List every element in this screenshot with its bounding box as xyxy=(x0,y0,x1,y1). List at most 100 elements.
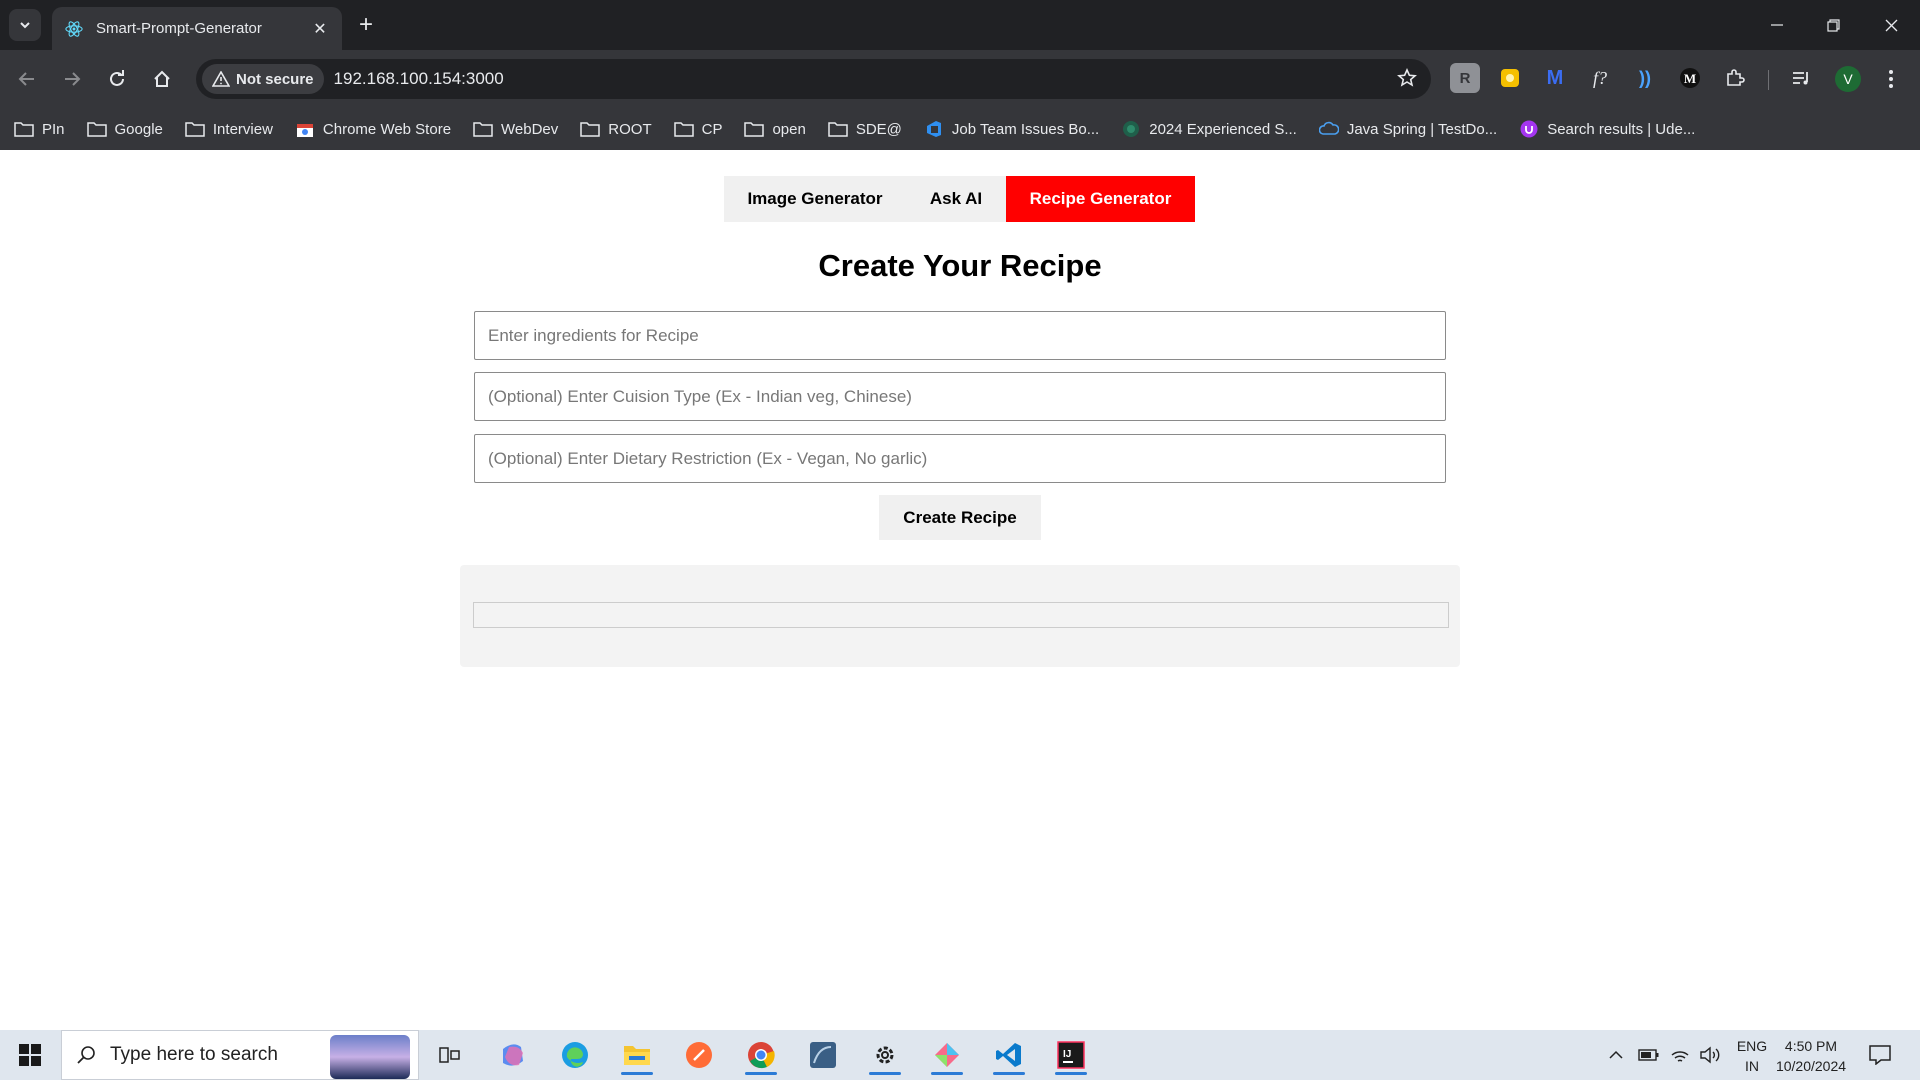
recipe-output-box xyxy=(473,602,1449,628)
azure-devops-icon xyxy=(924,120,944,138)
dietary-restriction-input[interactable] xyxy=(474,434,1446,483)
language-indicator[interactable]: ENG IN xyxy=(1732,1036,1772,1076)
bookmark-chrome-web-store[interactable]: Chrome Web Store xyxy=(295,120,451,138)
battery-indicator[interactable] xyxy=(1638,1030,1660,1080)
volume-indicator[interactable] xyxy=(1699,1030,1721,1080)
folder-icon xyxy=(14,120,34,138)
react-icon xyxy=(64,19,84,39)
create-recipe-button[interactable]: Create Recipe xyxy=(879,495,1041,540)
reload-button[interactable] xyxy=(100,62,134,96)
cuisine-type-input[interactable] xyxy=(474,372,1446,421)
chrome-web-store-icon xyxy=(295,120,315,138)
folder-icon xyxy=(580,120,601,138)
warning-icon xyxy=(212,71,230,87)
bookmark-label: WebDev xyxy=(501,120,559,138)
restore-icon xyxy=(1826,18,1840,32)
bookmark-job-team-issues[interactable]: Job Team Issues Bo... xyxy=(924,120,1099,138)
address-bar[interactable]: Not secure 192.168.100.154:3000 xyxy=(196,59,1431,99)
profile-avatar[interactable]: V xyxy=(1835,66,1861,92)
puzzle-icon[interactable] xyxy=(1720,63,1750,93)
extension-m-blue-icon[interactable]: M xyxy=(1540,63,1570,93)
search-highlight-image xyxy=(330,1035,410,1079)
folder-icon xyxy=(828,120,848,138)
clock-time: 4:50 PM xyxy=(1784,1038,1838,1054)
bookmark-folder-webdev[interactable]: WebDev xyxy=(473,120,558,138)
copilot-button[interactable] xyxy=(491,1035,535,1075)
minimize-button[interactable] xyxy=(1748,0,1806,50)
bookmark-udemy-search[interactable]: Search results | Ude... xyxy=(1519,120,1695,138)
bookmark-java-spring[interactable]: Java Spring | TestDo... xyxy=(1318,120,1498,138)
bookmark-folder-cp[interactable]: CP xyxy=(673,120,722,138)
bookmark-folder-open[interactable]: open xyxy=(744,120,806,138)
bookmark-label: ROOT xyxy=(608,120,652,138)
browser-tab[interactable]: Smart-Prompt-Generator ✕ xyxy=(52,7,342,50)
settings-button[interactable] xyxy=(863,1035,907,1075)
edge-icon xyxy=(562,1042,588,1068)
tab-recipe-generator[interactable]: Recipe Generator xyxy=(1006,176,1195,222)
bookmark-folder-pin[interactable]: PIn xyxy=(14,120,65,138)
postman-button[interactable] xyxy=(677,1035,721,1075)
notification-center-button[interactable] xyxy=(1866,1042,1894,1068)
svg-text:IJ: IJ xyxy=(1063,1049,1071,1060)
extension-r-icon[interactable]: R xyxy=(1450,63,1480,93)
mysql-workbench-button[interactable] xyxy=(801,1035,845,1075)
udemy-icon xyxy=(1519,120,1539,138)
wifi-indicator[interactable] xyxy=(1670,1030,1690,1080)
tab-ask-ai[interactable]: Ask AI xyxy=(906,176,1006,222)
file-explorer-button[interactable] xyxy=(615,1035,659,1075)
chrome-button[interactable] xyxy=(739,1035,783,1075)
close-window-button[interactable] xyxy=(1862,0,1920,50)
postman-icon xyxy=(686,1042,712,1068)
bookmark-label: Search results | Ude... xyxy=(1547,120,1696,138)
site-info-chip[interactable]: Not secure xyxy=(202,64,324,94)
bookmark-folder-root[interactable]: ROOT xyxy=(580,120,652,138)
vscode-button[interactable] xyxy=(987,1035,1031,1075)
bookmark-label: Java Spring | TestDo... xyxy=(1346,120,1498,138)
pycharm-like-button[interactable] xyxy=(925,1035,969,1075)
search-icon xyxy=(76,1045,96,1065)
ingredients-input[interactable] xyxy=(474,311,1446,360)
wifi-icon xyxy=(1671,1051,1689,1062)
diamond-app-icon xyxy=(935,1043,959,1067)
tab-close-icon[interactable]: ✕ xyxy=(310,19,330,39)
edge-button[interactable] xyxy=(553,1035,597,1075)
new-tab-button[interactable]: + xyxy=(352,11,380,39)
show-hidden-icons-button[interactable] xyxy=(1608,1030,1624,1080)
forward-button[interactable] xyxy=(55,62,89,96)
battery-icon xyxy=(1638,1049,1659,1061)
start-button[interactable] xyxy=(8,1035,52,1075)
back-button[interactable] xyxy=(10,62,44,96)
url-text[interactable]: 192.168.100.154:3000 xyxy=(334,69,504,89)
more-menu-icon[interactable] xyxy=(1878,66,1904,92)
bookmark-star-icon[interactable] xyxy=(1397,68,1417,93)
taskbar-search-box[interactable]: Type here to search xyxy=(61,1030,419,1080)
bookmark-folder-sde[interactable]: SDE@ xyxy=(828,120,902,138)
restore-button[interactable] xyxy=(1804,0,1862,50)
bookmark-label: Google xyxy=(114,120,163,138)
app-page: Image Generator Ask AI Recipe Generator … xyxy=(0,150,1920,1030)
home-icon xyxy=(154,70,170,87)
tab-search-button[interactable] xyxy=(9,9,41,41)
tab-image-generator[interactable]: Image Generator xyxy=(724,176,906,222)
extension-sound-icon[interactable]: )) xyxy=(1630,63,1660,93)
cloud-icon xyxy=(1318,120,1339,138)
extension-function-icon[interactable]: f? xyxy=(1585,63,1615,93)
bookmark-label: 2024 Experienced S... xyxy=(1149,120,1297,138)
bookmark-2024-experienced[interactable]: 2024 Experienced S... xyxy=(1121,120,1297,138)
extension-yellow-icon[interactable] xyxy=(1495,63,1525,93)
reload-icon xyxy=(110,70,124,86)
system-clock[interactable]: 4:50 PM 10/20/2024 xyxy=(1768,1036,1854,1076)
security-label: Not secure xyxy=(236,70,314,88)
task-view-button[interactable] xyxy=(428,1035,472,1075)
bookmark-folder-interview[interactable]: Interview xyxy=(185,120,273,138)
minimize-icon xyxy=(1771,24,1783,26)
arrow-left-icon xyxy=(18,72,34,86)
home-button[interactable] xyxy=(145,62,179,96)
folder-icon xyxy=(744,120,765,138)
tab-title: Smart-Prompt-Generator xyxy=(96,20,262,37)
notification-icon xyxy=(1869,1045,1891,1065)
bookmark-folder-google[interactable]: Google xyxy=(86,120,163,138)
extension-medium-icon[interactable]: M xyxy=(1675,63,1705,93)
media-control-icon[interactable] xyxy=(1786,63,1816,93)
intellij-button[interactable]: IJ xyxy=(1049,1035,1093,1075)
